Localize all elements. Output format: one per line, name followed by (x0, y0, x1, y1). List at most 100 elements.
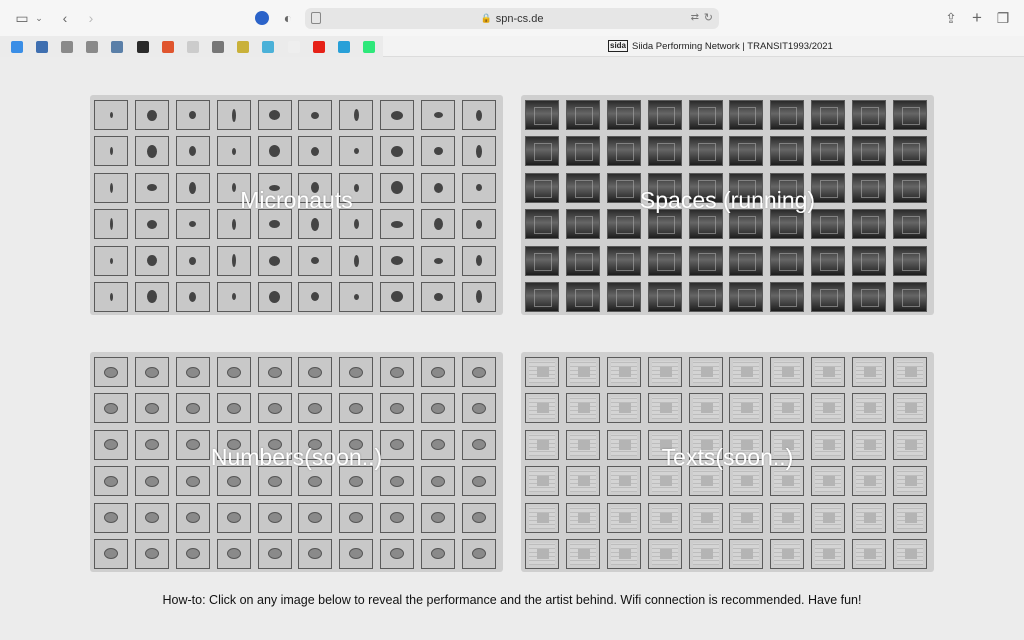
bookmark-favicon-icon[interactable] (287, 40, 300, 53)
thumbnail-tile[interactable] (134, 357, 169, 387)
thumbnail-tile[interactable] (339, 172, 374, 203)
thumbnail-tile[interactable] (565, 245, 600, 276)
thumbnail-tile[interactable] (462, 209, 497, 240)
thumbnail-tile[interactable] (380, 538, 415, 569)
thumbnail-tile[interactable] (175, 393, 210, 424)
thumbnail-tile[interactable] (216, 100, 251, 130)
thumbnail-tile[interactable] (770, 357, 805, 387)
thumbnail-tile[interactable] (893, 538, 928, 569)
thumbnail-tile[interactable] (606, 245, 641, 276)
address-bar[interactable]: 🔒 spn-cs.de ⇄ ↻ (305, 8, 719, 29)
thumbnail-tile[interactable] (647, 245, 682, 276)
thumbnail-tile[interactable] (421, 429, 456, 460)
thumbnail-tile[interactable] (339, 429, 374, 460)
thumbnail-tile[interactable] (770, 466, 805, 497)
reload-icon[interactable]: ↻ (704, 11, 713, 24)
thumbnail-tile[interactable] (729, 100, 764, 130)
thumbnail-tile[interactable] (565, 357, 600, 387)
thumbnail-tile[interactable] (893, 393, 928, 424)
thumbnail-tile[interactable] (770, 429, 805, 460)
thumbnail-tile[interactable] (94, 245, 128, 276)
sidebar-icon[interactable]: ▭ (14, 8, 30, 28)
thumbnail-tile[interactable] (298, 466, 333, 497)
thumbnail-tile[interactable] (688, 502, 723, 533)
thumbnail-tile[interactable] (811, 245, 846, 276)
thumbnail-tile[interactable] (462, 172, 497, 203)
bookmark-favicon-icon[interactable] (86, 40, 99, 53)
thumbnail-tile[interactable] (525, 100, 559, 130)
thumbnail-tile[interactable] (134, 209, 169, 240)
thumbnail-tile[interactable] (339, 357, 374, 387)
thumbnail-tile[interactable] (339, 100, 374, 130)
thumbnail-tile[interactable] (852, 538, 887, 569)
thumbnail-tile[interactable] (852, 209, 887, 240)
thumbnail-tile[interactable] (257, 429, 292, 460)
thumbnail-tile[interactable] (134, 429, 169, 460)
thumbnail-tile[interactable] (811, 393, 846, 424)
thumbnail-tile[interactable] (525, 281, 559, 312)
thumbnail-tile[interactable] (811, 429, 846, 460)
thumbnail-tile[interactable] (606, 429, 641, 460)
thumbnail-tile[interactable] (462, 466, 497, 497)
translate-icon[interactable]: ⇄ (691, 12, 699, 23)
bookmark-favicon-icon[interactable] (338, 40, 351, 53)
thumbnail-tile[interactable] (257, 538, 292, 569)
thumbnail-tile[interactable] (606, 466, 641, 497)
thumbnail-tile[interactable] (893, 172, 928, 203)
thumbnail-tile[interactable] (893, 466, 928, 497)
thumbnail-tile[interactable] (688, 281, 723, 312)
thumbnail-tile[interactable] (606, 502, 641, 533)
extension-icon[interactable] (254, 8, 270, 28)
thumbnail-tile[interactable] (525, 136, 559, 167)
thumbnail-tile[interactable] (770, 502, 805, 533)
thumbnail-tile[interactable] (421, 357, 456, 387)
thumbnail-tile[interactable] (298, 100, 333, 130)
thumbnail-tile[interactable] (216, 357, 251, 387)
thumbnail-tile[interactable] (852, 502, 887, 533)
thumbnail-tile[interactable] (893, 281, 928, 312)
thumbnail-tile[interactable] (811, 357, 846, 387)
thumbnail-tile[interactable] (134, 136, 169, 167)
thumbnail-tile[interactable] (852, 357, 887, 387)
thumbnail-tile[interactable] (380, 172, 415, 203)
thumbnail-tile[interactable] (421, 538, 456, 569)
thumbnail-tile[interactable] (770, 281, 805, 312)
thumbnail-tile[interactable] (257, 393, 292, 424)
thumbnail-tile[interactable] (257, 281, 292, 312)
thumbnail-tile[interactable] (811, 209, 846, 240)
thumbnail-tile[interactable] (94, 100, 128, 130)
thumbnail-tile[interactable] (688, 245, 723, 276)
thumbnail-tile[interactable] (216, 209, 251, 240)
thumbnail-tile[interactable] (380, 281, 415, 312)
thumbnail-tile[interactable] (298, 136, 333, 167)
thumbnail-tile[interactable] (852, 281, 887, 312)
thumbnail-tile[interactable] (134, 281, 169, 312)
thumbnail-tile[interactable] (606, 172, 641, 203)
thumbnail-tile[interactable] (893, 245, 928, 276)
thumbnail-tile[interactable] (175, 466, 210, 497)
thumbnail-tile[interactable] (688, 393, 723, 424)
thumbnail-tile[interactable] (298, 429, 333, 460)
bookmark-favicon-icon[interactable] (161, 40, 174, 53)
thumbnail-tile[interactable] (298, 172, 333, 203)
thumbnail-tile[interactable] (852, 393, 887, 424)
thumbnail-tile[interactable] (134, 393, 169, 424)
forward-button[interactable]: › (84, 8, 98, 28)
thumbnail-tile[interactable] (380, 357, 415, 387)
bookmark-favicon-icon[interactable] (237, 40, 250, 53)
bookmark-favicon-icon[interactable] (60, 40, 73, 53)
thumbnail-tile[interactable] (339, 538, 374, 569)
thumbnail-tile[interactable] (175, 538, 210, 569)
thumbnail-tile[interactable] (175, 100, 210, 130)
thumbnail-tile[interactable] (525, 172, 559, 203)
new-tab-button[interactable]: + (969, 8, 985, 28)
thumbnail-tile[interactable] (94, 209, 128, 240)
thumbnail-tile[interactable] (421, 393, 456, 424)
thumbnail-tile[interactable] (647, 357, 682, 387)
thumbnail-tile[interactable] (565, 466, 600, 497)
thumbnail-tile[interactable] (525, 502, 559, 533)
thumbnail-tile[interactable] (257, 172, 292, 203)
thumbnail-tile[interactable] (647, 281, 682, 312)
thumbnail-tile[interactable] (216, 502, 251, 533)
thumbnail-tile[interactable] (852, 245, 887, 276)
